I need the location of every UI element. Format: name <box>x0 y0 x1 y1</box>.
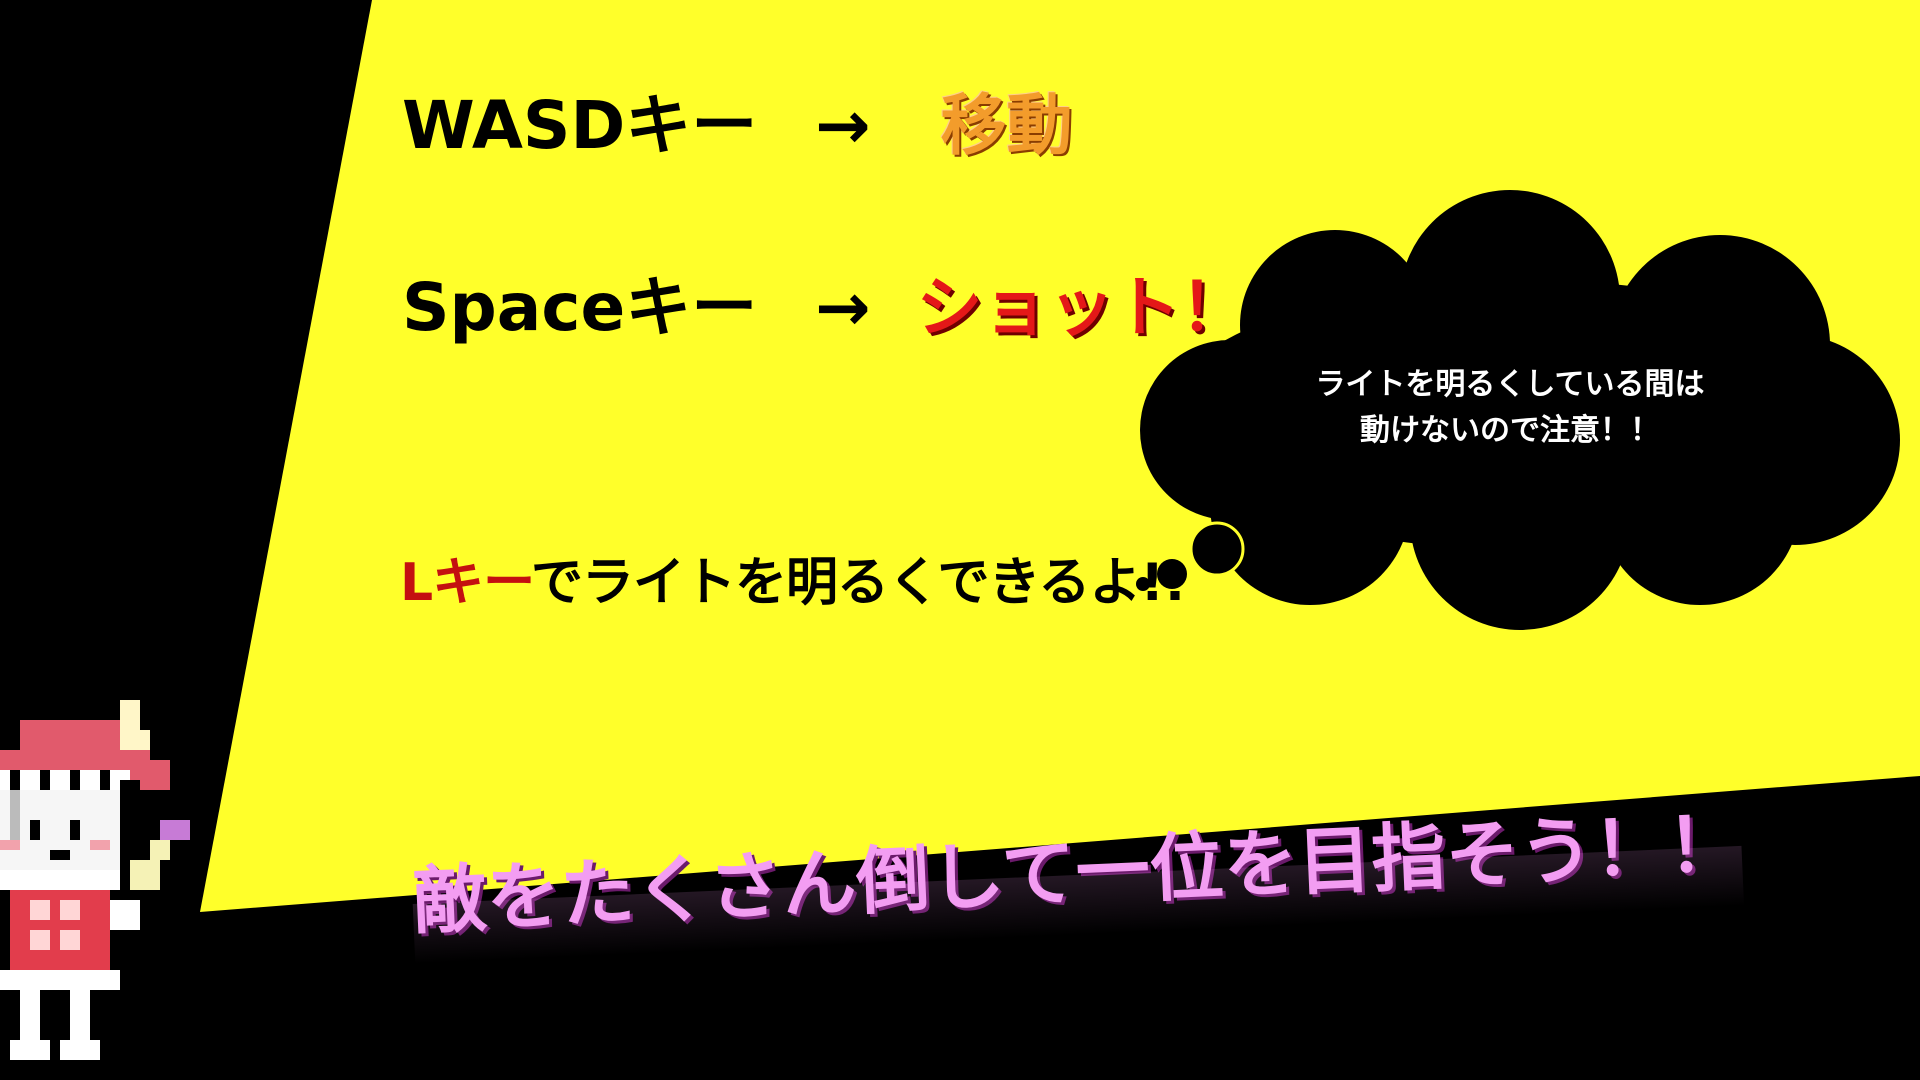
move-arrow: → <box>815 87 871 164</box>
move-action-label: 移動 <box>940 87 1073 164</box>
cloud-line-1: ライトを明るくしている間は <box>1315 367 1705 402</box>
move-control-line: WASDキー → 移動 <box>402 72 1073 168</box>
light-hint-text: でライトを明るくできるよ!! <box>531 553 1187 613</box>
shrine-maiden-sprite-icon <box>0 700 190 1060</box>
light-hint-line: Lキーでライトを明るくできるよ!! <box>400 540 1187 615</box>
shot-arrow: → <box>815 269 871 346</box>
shot-control-line: Spaceキー → ショット！ <box>402 254 1247 350</box>
shot-action-label: ショット！ <box>916 269 1247 346</box>
cloud-warning-text: ライトを明るくしている間は 動けないので注意！！ <box>1230 362 1790 454</box>
move-key-label: WASDキー <box>402 87 758 164</box>
shot-key-label: Spaceキー <box>402 269 758 346</box>
light-key-label: Lキー <box>400 553 532 613</box>
cloud-line-2: 動けないので注意！！ <box>1360 413 1660 448</box>
